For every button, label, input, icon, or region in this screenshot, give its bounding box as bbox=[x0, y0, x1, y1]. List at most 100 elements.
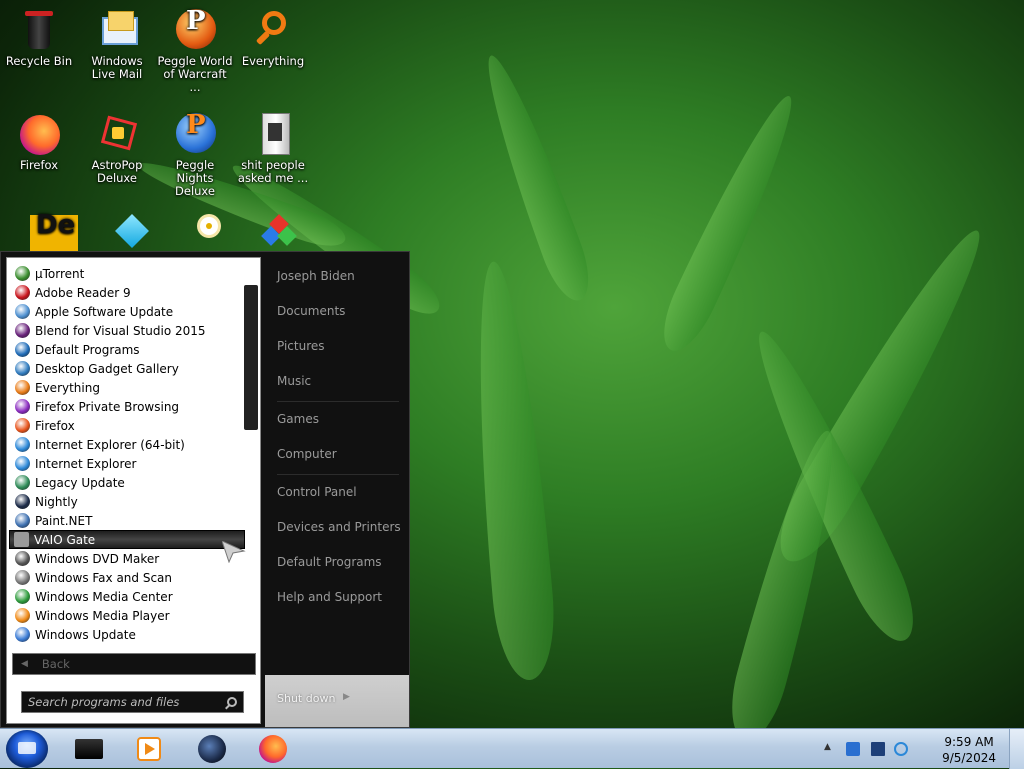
program-label: Desktop Gadget Gallery bbox=[35, 361, 179, 376]
desktop-icon-windows-live-mail[interactable]: Windows Live Mail bbox=[79, 7, 155, 81]
program-item[interactable]: Windows Fax and Scan bbox=[11, 568, 245, 587]
nightly-icon bbox=[15, 494, 30, 509]
taskbar-nightly-button[interactable] bbox=[196, 733, 230, 765]
taskbar-media-player-button[interactable] bbox=[133, 733, 167, 765]
program-label: µTorrent bbox=[35, 266, 85, 281]
computer-link[interactable]: Computer bbox=[277, 447, 337, 461]
program-label: Legacy Update bbox=[35, 475, 125, 490]
start-button[interactable] bbox=[6, 730, 48, 768]
gadget-icon bbox=[15, 361, 30, 376]
program-label: Internet Explorer (64-bit) bbox=[35, 437, 185, 452]
program-item[interactable]: Adobe Reader 9 bbox=[11, 283, 245, 302]
peggle-icon: P bbox=[172, 7, 218, 53]
separator bbox=[277, 474, 399, 475]
program-item[interactable]: Everything bbox=[11, 378, 245, 397]
shutdown-area: Shut down ▶ bbox=[265, 675, 409, 727]
program-item[interactable]: Firefox bbox=[11, 416, 245, 435]
program-item[interactable]: VAIO Gate bbox=[9, 530, 245, 549]
desktop-icon-firefox[interactable]: Firefox bbox=[1, 111, 77, 172]
recycle-bin-icon bbox=[16, 7, 62, 53]
desktop-icon-recycle-bin[interactable]: Recycle Bin bbox=[1, 7, 77, 68]
ie-tray-icon[interactable] bbox=[894, 742, 908, 756]
ie-icon bbox=[15, 456, 30, 471]
start-menu-programs-pane: µTorrent Adobe Reader 9 Apple Software Upd… bbox=[6, 257, 261, 724]
program-item[interactable]: Legacy Update bbox=[11, 473, 245, 492]
program-item[interactable]: Internet Explorer (64-bit) bbox=[11, 435, 245, 454]
program-item[interactable]: Default Programs bbox=[11, 340, 245, 359]
program-item[interactable]: Nightly bbox=[11, 492, 245, 511]
help-support-link[interactable]: Help and Support bbox=[277, 590, 382, 604]
default-programs-link[interactable]: Default Programs bbox=[277, 555, 382, 569]
wallpaper-leaf bbox=[463, 258, 560, 683]
control-panel-link[interactable]: Control Panel bbox=[277, 485, 357, 499]
desktop-icon-peggle-wow[interactable]: P Peggle World of Warcraft ... bbox=[157, 7, 233, 94]
start-menu: µTorrent Adobe Reader 9 Apple Software Upd… bbox=[0, 251, 410, 728]
program-item[interactable]: Blend for Visual Studio 2015 bbox=[11, 321, 245, 340]
show-desktop-button[interactable] bbox=[1009, 729, 1024, 769]
program-label: Blend for Visual Studio 2015 bbox=[35, 323, 206, 338]
mail-icon bbox=[94, 7, 140, 53]
program-label: Apple Software Update bbox=[35, 304, 174, 319]
program-label: Everything bbox=[35, 380, 100, 395]
search-input[interactable] bbox=[28, 695, 213, 709]
utorrent-icon bbox=[15, 266, 30, 281]
firefox-icon bbox=[16, 111, 62, 157]
program-label: Windows Media Player bbox=[35, 608, 170, 623]
vaio-gate-icon bbox=[14, 532, 29, 547]
apple-update-icon bbox=[15, 304, 30, 319]
program-item[interactable]: Firefox Private Browsing bbox=[11, 397, 245, 416]
start-search-box[interactable] bbox=[21, 691, 244, 713]
program-label: Nightly bbox=[35, 494, 78, 509]
ie-icon bbox=[15, 437, 30, 452]
music-link[interactable]: Music bbox=[277, 374, 311, 388]
program-label: VAIO Gate bbox=[34, 532, 96, 547]
security-icon[interactable] bbox=[846, 742, 860, 756]
search-icon[interactable] bbox=[227, 697, 237, 707]
pictures-link[interactable]: Pictures bbox=[277, 339, 325, 353]
back-label: Back bbox=[41, 657, 70, 671]
program-label: Default Programs bbox=[35, 342, 140, 357]
program-item[interactable]: Internet Explorer bbox=[11, 454, 245, 473]
games-link[interactable]: Games bbox=[277, 412, 319, 426]
programs-scrollbar[interactable] bbox=[244, 285, 258, 430]
program-item[interactable]: Apple Software Update bbox=[11, 302, 245, 321]
user-name-link[interactable]: Joseph Biden bbox=[277, 269, 355, 283]
default-programs-icon bbox=[15, 342, 30, 357]
documents-link[interactable]: Documents bbox=[277, 304, 345, 318]
program-item[interactable]: Windows Media Player bbox=[11, 606, 245, 625]
desktop-icon-astropop[interactable]: AstroPop Deluxe bbox=[79, 111, 155, 185]
desktop-icon-everything[interactable]: Everything bbox=[235, 7, 311, 68]
taskbar-firefox-button[interactable] bbox=[257, 733, 291, 765]
program-label: Firefox bbox=[35, 418, 75, 433]
fax-icon bbox=[15, 570, 30, 585]
show-hidden-icons-icon[interactable]: ▲ bbox=[824, 742, 838, 756]
program-label: Windows Fax and Scan bbox=[35, 570, 173, 585]
program-label: Windows DVD Maker bbox=[35, 551, 160, 566]
program-item[interactable]: Windows DVD Maker bbox=[11, 549, 245, 568]
program-item[interactable]: µTorrent bbox=[11, 264, 245, 283]
devices-printers-link[interactable]: Devices and Printers bbox=[277, 520, 401, 534]
separator bbox=[277, 401, 399, 402]
peggle-icon: P bbox=[172, 111, 218, 157]
all-programs-list: µTorrent Adobe Reader 9 Apple Software Upd… bbox=[9, 264, 245, 644]
mouse-cursor-icon bbox=[222, 541, 246, 563]
system-tray: ▲ 9:59 AM 9/5/2024 bbox=[824, 729, 1024, 769]
shutdown-button[interactable]: Shut down bbox=[277, 692, 335, 705]
program-item[interactable]: Windows Update bbox=[11, 625, 245, 644]
taskbar-computer-button[interactable] bbox=[72, 733, 106, 765]
firefox-icon bbox=[259, 735, 287, 763]
back-button[interactable]: ◀ Back bbox=[12, 653, 256, 675]
program-label: Internet Explorer bbox=[35, 456, 137, 471]
program-item[interactable]: Paint.NET bbox=[11, 511, 245, 530]
dvd-maker-icon bbox=[15, 551, 30, 566]
desktop-icon-shortcut-folder[interactable]: shit people asked me ... bbox=[235, 111, 311, 185]
program-item[interactable]: Windows Media Center bbox=[11, 587, 245, 606]
clock[interactable]: 9:59 AM 9/5/2024 bbox=[942, 734, 996, 766]
program-label: Paint.NET bbox=[35, 513, 93, 528]
program-item[interactable]: Desktop Gadget Gallery bbox=[11, 359, 245, 378]
shutdown-options-arrow-icon[interactable]: ▶ bbox=[343, 692, 350, 702]
network-icon[interactable] bbox=[871, 742, 885, 756]
desktop-icon-peggle-nights[interactable]: P Peggle Nights Deluxe bbox=[157, 111, 233, 198]
clock-time: 9:59 AM bbox=[944, 735, 994, 749]
clock-date: 9/5/2024 bbox=[942, 751, 996, 765]
